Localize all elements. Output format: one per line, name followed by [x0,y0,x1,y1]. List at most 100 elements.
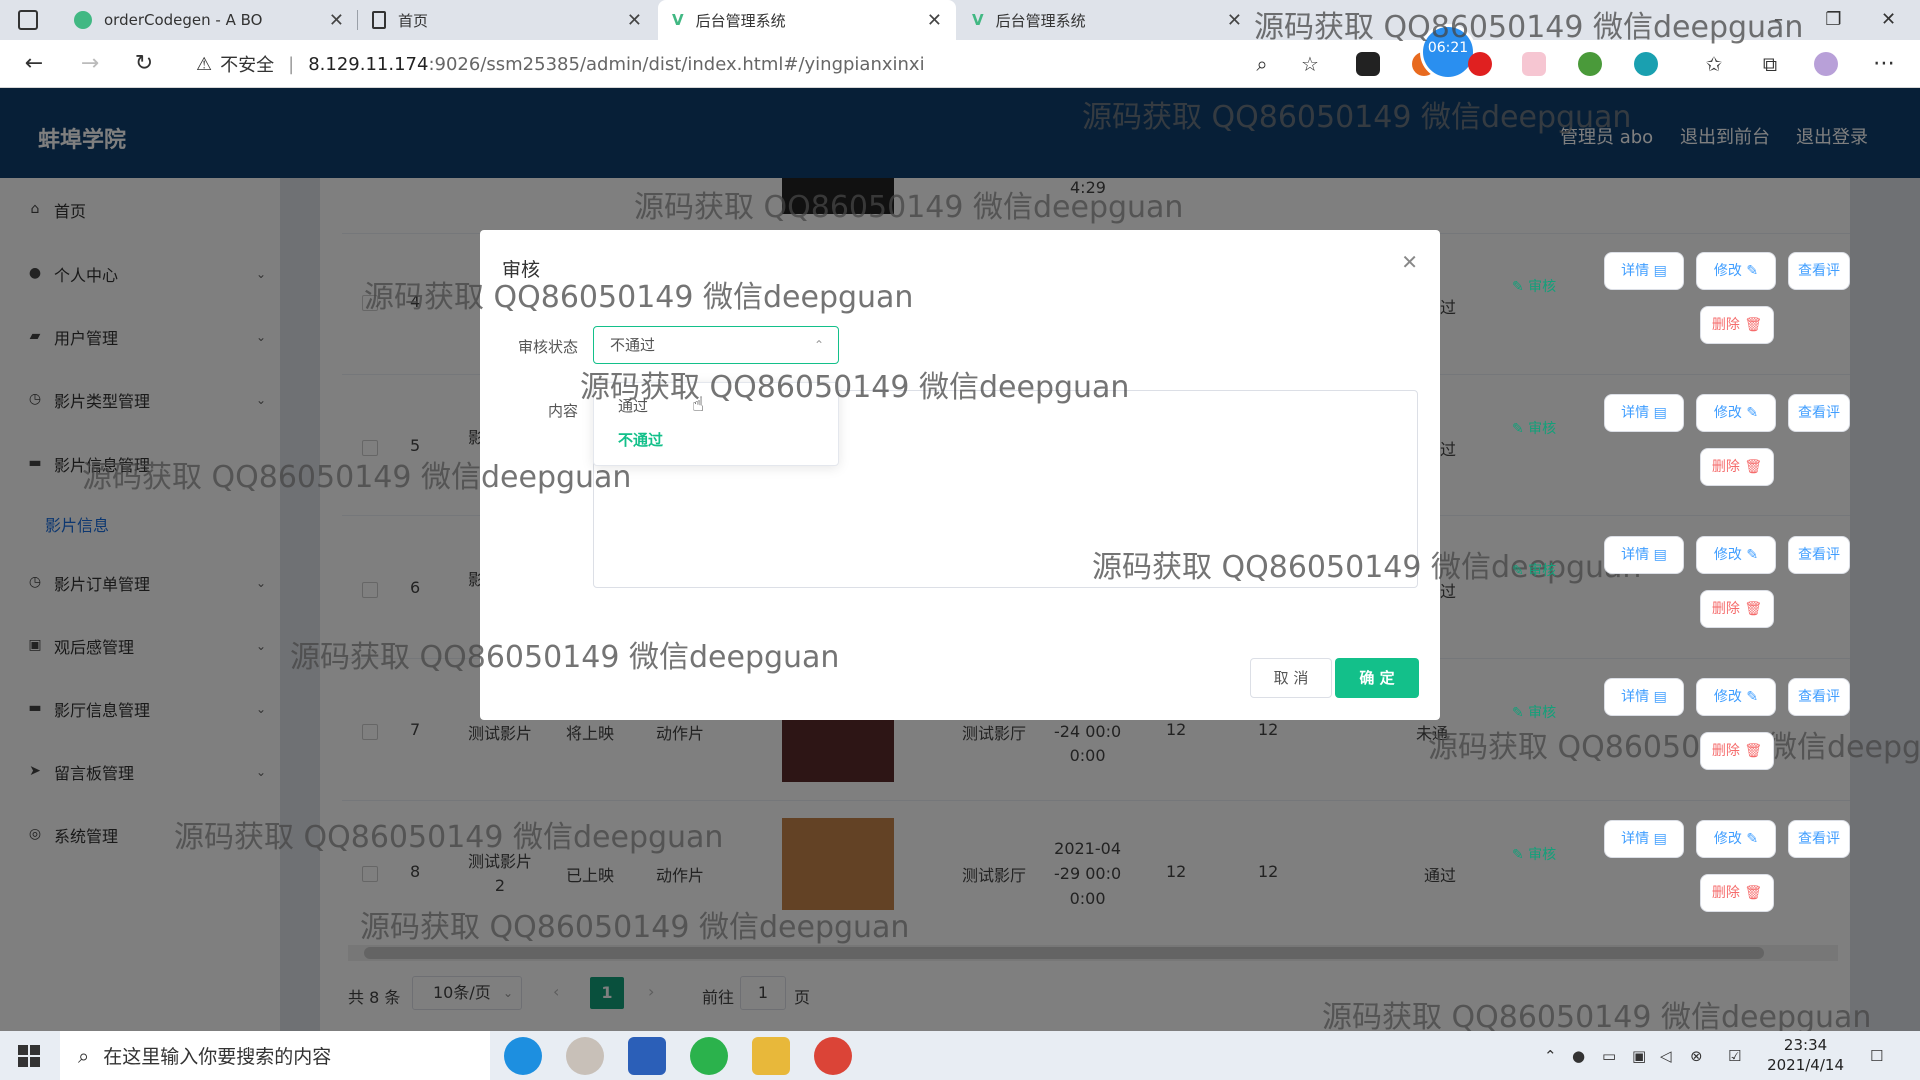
tab-title: orderCodegen - A BO [104,11,263,29]
system-clock[interactable]: 23:34 2021/4/14 [1767,1035,1844,1075]
confirm-button[interactable]: 确 定 [1335,658,1419,698]
vue-icon: V [972,11,984,29]
detail-button[interactable]: 详情 ▤ [1604,820,1684,858]
page-icon [372,11,386,29]
audit-link[interactable]: ✎ 审核 [1512,702,1556,722]
warning-icon: ⚠ [196,53,213,75]
view-reviews-button[interactable]: 查看评 [1788,536,1850,574]
wechat-icon[interactable] [690,1037,728,1075]
favorite-add-icon[interactable]: ☆ [1294,48,1326,80]
audit-status-select[interactable]: 不通过 ⌃ [593,326,839,364]
edit-button[interactable]: 修改 ✎ [1696,394,1776,432]
view-reviews-button[interactable]: 查看评 [1788,820,1850,858]
browser-tab-bar: orderCodegen - A BO ✕ 首页 ✕ V 后台管理系统 ✕ V … [0,0,1920,40]
network-icon[interactable]: ▣ [1632,1047,1646,1065]
address-bar: ← → ↻ ⚠ 不安全 | 8.129.11.174 :9026/ssm2538… [0,24,1920,88]
app-icon[interactable] [566,1037,604,1075]
clock-date: 2021/4/14 [1767,1056,1844,1074]
notifications-icon[interactable]: ☐ [1870,1047,1883,1065]
audit-status-value: 不通过 [610,336,656,354]
content-label: 内容 [547,402,578,420]
url-path: :9026/ssm25385/admin/dist/index.html#/yi… [428,53,925,75]
tray-chevron-icon[interactable]: ⌃ [1544,1047,1557,1065]
forward-icon[interactable]: → [74,48,106,80]
tab-ordercodegen[interactable]: orderCodegen - A BO ✕ [60,0,358,40]
detail-button[interactable]: 详情 ▤ [1604,394,1684,432]
edge-icon[interactable] [504,1037,542,1075]
security-label: 不安全 [220,55,275,76]
close-icon[interactable]: ✕ [1401,250,1418,274]
view-reviews-button[interactable]: 查看评 [1788,678,1850,716]
audit-link[interactable]: ✎ 审核 [1512,560,1556,580]
edit-button[interactable]: 修改 ✎ [1696,536,1776,574]
collections-icon[interactable]: ⧉ [1754,48,1786,80]
battery-icon[interactable]: ▭ [1602,1047,1616,1065]
extension-icon[interactable] [1468,52,1492,76]
close-tab-icon[interactable]: ✕ [1227,10,1242,31]
chevron-up-icon: ⌃ [813,338,824,352]
folder-icon[interactable] [752,1037,790,1075]
option-fail[interactable]: 不通过 [618,429,663,450]
extension-icon[interactable] [1356,52,1380,76]
word-icon[interactable] [628,1037,666,1075]
chrome-icon[interactable] [814,1037,852,1075]
taskbar: ⌕ 在这里输入你要搜索的内容 ⌃ ● ▭ ▣ ◁ ⊗ ☑ 23:34 2021/… [0,1031,1920,1080]
delete-button[interactable]: 删除 🗑 [1700,448,1774,486]
extension-icon[interactable] [1578,52,1602,76]
delete-button[interactable]: 删除 🗑 [1700,874,1774,912]
edit-button[interactable]: 修改 ✎ [1696,820,1776,858]
tab-actions-icon[interactable] [18,10,38,30]
delete-button[interactable]: 删除 🗑 [1700,306,1774,344]
audit-link[interactable]: ✎ 审核 [1512,418,1556,438]
tray-check-icon[interactable]: ☑ [1728,1047,1741,1065]
tab-admin-active[interactable]: V 后台管理系统 ✕ [658,0,956,40]
vue-icon: V [672,11,684,29]
search-icon: ⌕ [78,1043,90,1068]
zoom-icon[interactable]: ⌕ [1246,48,1278,80]
restore-icon[interactable]: ❐ [1806,0,1861,40]
tab-title: 首页 [398,11,429,30]
reload-icon[interactable]: ↻ [128,48,160,80]
tab-title: 后台管理系统 [695,11,786,30]
minimize-icon[interactable]: – [1751,0,1806,40]
more-icon[interactable]: ⋯ [1868,48,1900,80]
tab-admin[interactable]: V 后台管理系统 ✕ [958,0,1256,40]
close-tab-icon[interactable]: ✕ [927,10,942,31]
clock-time: 23:34 [1783,1036,1828,1054]
view-reviews-button[interactable]: 查看评 [1788,394,1850,432]
mouse-cursor-icon: ☝ [692,392,705,416]
url-host: 8.129.11.174 [308,53,429,75]
clock-badge: 06:21 [1420,24,1476,80]
edit-button[interactable]: 修改 ✎ [1696,252,1776,290]
url-field[interactable]: ⚠ 不安全 | 8.129.11.174 :9026/ssm25385/admi… [180,46,1310,82]
audit-link[interactable]: ✎ 审核 [1512,844,1556,864]
tray-x-icon[interactable]: ⊗ [1690,1047,1703,1065]
tab-home[interactable]: 首页 ✕ [358,0,656,40]
favorites-icon[interactable]: ✩ [1698,48,1730,80]
detail-button[interactable]: 详情 ▤ [1604,678,1684,716]
avatar[interactable] [1814,52,1838,76]
close-tab-icon[interactable]: ✕ [329,10,344,31]
windows-start-icon[interactable] [18,1045,40,1067]
search-placeholder: 在这里输入你要搜索的内容 [103,1046,332,1068]
extension-icon[interactable] [1634,52,1658,76]
tray-app-icon[interactable]: ● [1572,1047,1585,1065]
audit-dialog: 审核 ✕ 审核状态 不通过 ⌃ 内容 取 消 确 定 [480,230,1440,720]
view-reviews-button[interactable]: 查看评 [1788,252,1850,290]
back-icon[interactable]: ← [18,48,50,80]
detail-button[interactable]: 详情 ▤ [1604,536,1684,574]
volume-icon[interactable]: ◁ [1660,1047,1672,1065]
cancel-button[interactable]: 取 消 [1250,658,1332,698]
taskbar-search[interactable]: ⌕ 在这里输入你要搜索的内容 [60,1031,490,1080]
delete-button[interactable]: 删除 🗑 [1700,732,1774,770]
delete-button[interactable]: 删除 🗑 [1700,590,1774,628]
option-pass[interactable]: 通过 [618,395,648,416]
detail-button[interactable]: 详情 ▤ [1604,252,1684,290]
edit-button[interactable]: 修改 ✎ [1696,678,1776,716]
close-tab-icon[interactable]: ✕ [627,10,642,31]
status-label: 审核状态 [517,338,578,356]
status-dropdown: 通过 不通过 [593,382,839,466]
extension-icon[interactable] [1522,52,1546,76]
close-window-icon[interactable]: ✕ [1861,0,1916,40]
audit-link[interactable]: ✎ 审核 [1512,276,1556,296]
